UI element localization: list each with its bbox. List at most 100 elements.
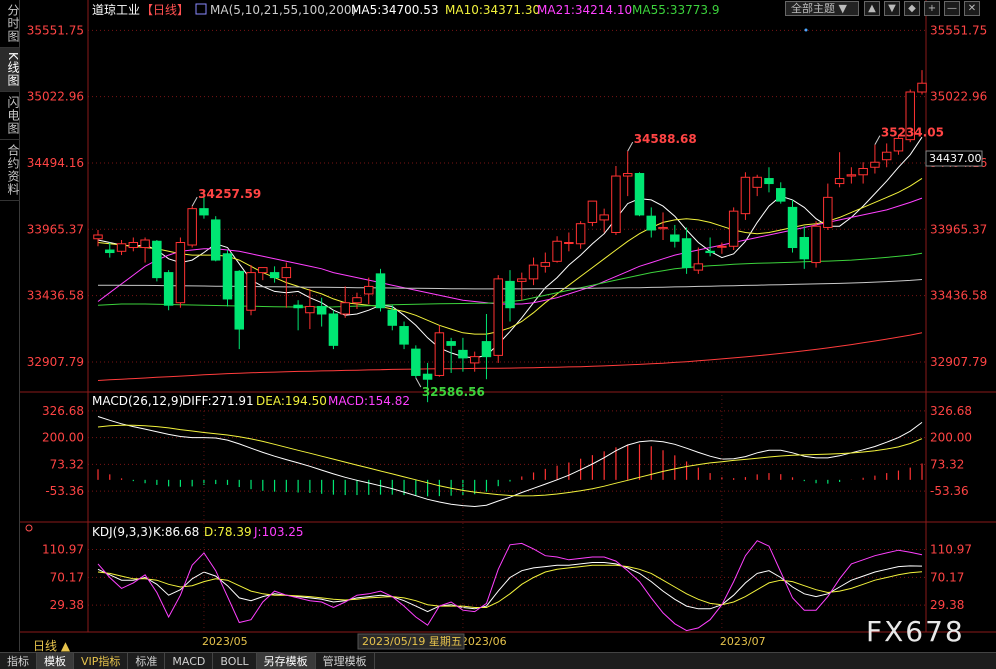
candle-up xyxy=(246,272,256,311)
candle-down xyxy=(799,236,810,260)
macd-tick-right: 326.68 xyxy=(930,404,972,418)
candle-up xyxy=(881,151,892,161)
candle-up xyxy=(599,214,609,221)
event-marker xyxy=(804,28,808,32)
macd-diff-legend: DIFF:271.91 xyxy=(182,394,254,408)
ma200-line xyxy=(97,332,923,381)
price-tick-left: 33436.58 xyxy=(27,289,84,303)
candle-up xyxy=(693,263,704,271)
candle-up xyxy=(611,175,621,233)
candle-down xyxy=(422,373,433,380)
candle-down xyxy=(152,240,162,279)
theme-dropdown-label: 全部主题 xyxy=(791,2,835,15)
annotation-leader xyxy=(627,141,634,152)
moving-average-lines xyxy=(97,136,923,381)
close-button[interactable]: ✕ xyxy=(964,1,980,16)
tab-templates[interactable]: 模板 xyxy=(37,653,74,669)
annotation-leader xyxy=(874,135,881,145)
candle-down xyxy=(776,188,786,202)
tab-vip-indicators[interactable]: VIP指标 xyxy=(74,653,129,669)
candlesticks xyxy=(93,70,927,403)
zoom-out-button[interactable]: — xyxy=(944,1,960,16)
scroll-down-button[interactable]: ▼ xyxy=(884,1,900,16)
chart-canvas[interactable]: 34257.59 32586.56 34588.68 35234.05 35551.7… xyxy=(0,0,996,652)
candle-down xyxy=(705,250,715,254)
annotation-leader xyxy=(415,377,422,388)
candle-up xyxy=(305,305,315,314)
tab-standard[interactable]: 标准 xyxy=(128,653,166,669)
tab-indicators[interactable]: 指标 xyxy=(0,653,37,669)
candle-up xyxy=(140,239,150,249)
bottom-toolbar: 指标 模板 VIP指标 标准 MACD BOLL 另存模板 管理模板 xyxy=(0,652,996,669)
candle-down xyxy=(670,234,680,242)
annotation-leader xyxy=(191,196,198,207)
candle-up xyxy=(540,262,551,267)
date-label: 2023/06 xyxy=(461,635,507,648)
candle-down xyxy=(269,272,280,279)
price-tick-right: 35551.75 xyxy=(930,23,987,37)
candle-up xyxy=(258,267,268,274)
candle-up xyxy=(834,178,845,185)
kdj-label: KDJ(9,3,3) xyxy=(92,525,153,539)
candle-up xyxy=(858,168,868,176)
candle-up xyxy=(893,137,904,152)
candle-down xyxy=(293,304,303,309)
candle-up xyxy=(187,208,197,246)
candle-down xyxy=(375,273,386,309)
ma-params: MA(5,10,21,55,100,200) xyxy=(210,3,356,17)
kdj-tick-left: 29.38 xyxy=(50,598,84,612)
macd-dea-legend: DEA:194.50 xyxy=(256,394,327,408)
macd-tick-left: 73.32 xyxy=(50,457,84,471)
kdj-d-line xyxy=(97,564,923,608)
period-tag: 【日线】 xyxy=(141,3,189,17)
stock-name: 道琼工业 xyxy=(92,2,140,17)
ma55-legend: MA55:33773.9 xyxy=(632,3,720,17)
candle-up xyxy=(811,225,821,264)
candle-up xyxy=(823,196,833,228)
candle-up xyxy=(917,82,927,93)
candle-down xyxy=(481,341,492,358)
candle-up xyxy=(281,267,292,279)
price-tick-left: 34494.16 xyxy=(27,156,84,170)
candle-down xyxy=(634,173,645,216)
candle-up xyxy=(717,245,727,248)
chart-type-icon[interactable] xyxy=(195,3,207,15)
candle-up xyxy=(564,242,574,245)
candle-up xyxy=(728,210,739,247)
candle-up xyxy=(552,240,562,262)
price-tick-left: 35022.96 xyxy=(27,90,84,104)
kdj-d-legend: D:78.39 xyxy=(204,525,252,539)
candle-up xyxy=(517,278,527,282)
tab-macd[interactable]: MACD xyxy=(165,653,214,669)
tab-boll[interactable]: BOLL xyxy=(213,653,257,669)
candle-down xyxy=(222,253,233,300)
chevron-down-icon: ▼ xyxy=(838,2,847,15)
price-tick-right: 33965.37 xyxy=(930,222,987,236)
candle-down xyxy=(316,305,327,315)
candle-up xyxy=(846,174,857,177)
candle-up xyxy=(658,226,668,230)
macd-dea-line xyxy=(97,424,923,497)
candle-down xyxy=(387,309,398,326)
candle-down xyxy=(399,326,409,345)
kdj-tick-right: 29.38 xyxy=(930,598,964,612)
kdj-settings-icon[interactable] xyxy=(25,524,33,532)
high-annotation: 34257.59 xyxy=(198,187,261,201)
candle-down xyxy=(105,249,115,254)
candle-down xyxy=(234,270,244,330)
kdj-panel: 110.97 110.97 70.17 70.17 29.38 29.38 xyxy=(42,540,972,632)
scroll-up-button[interactable]: ▲ xyxy=(864,1,880,16)
tab-save-template[interactable]: 另存模板 xyxy=(256,653,316,669)
ma5-legend: MA5:34700.53 xyxy=(351,3,439,17)
indicator-button[interactable]: ◆ xyxy=(904,1,920,16)
macd-tick-left: -53.36 xyxy=(45,484,84,498)
candle-up xyxy=(493,278,503,356)
price-axis: 35551.75 35551.75 35022.96 35022.96 34494.16… xyxy=(27,23,988,369)
kdj-tick-right: 70.17 xyxy=(930,570,964,584)
zoom-in-button[interactable]: + xyxy=(924,1,940,16)
kdj-tick-left: 110.97 xyxy=(42,543,84,557)
tab-manage-templates[interactable]: 管理模板 xyxy=(316,653,375,669)
price-tick-left: 35551.75 xyxy=(27,23,84,37)
theme-dropdown[interactable]: 全部主题 ▼ xyxy=(785,1,859,16)
macd-tick-right: 73.32 xyxy=(930,457,964,471)
